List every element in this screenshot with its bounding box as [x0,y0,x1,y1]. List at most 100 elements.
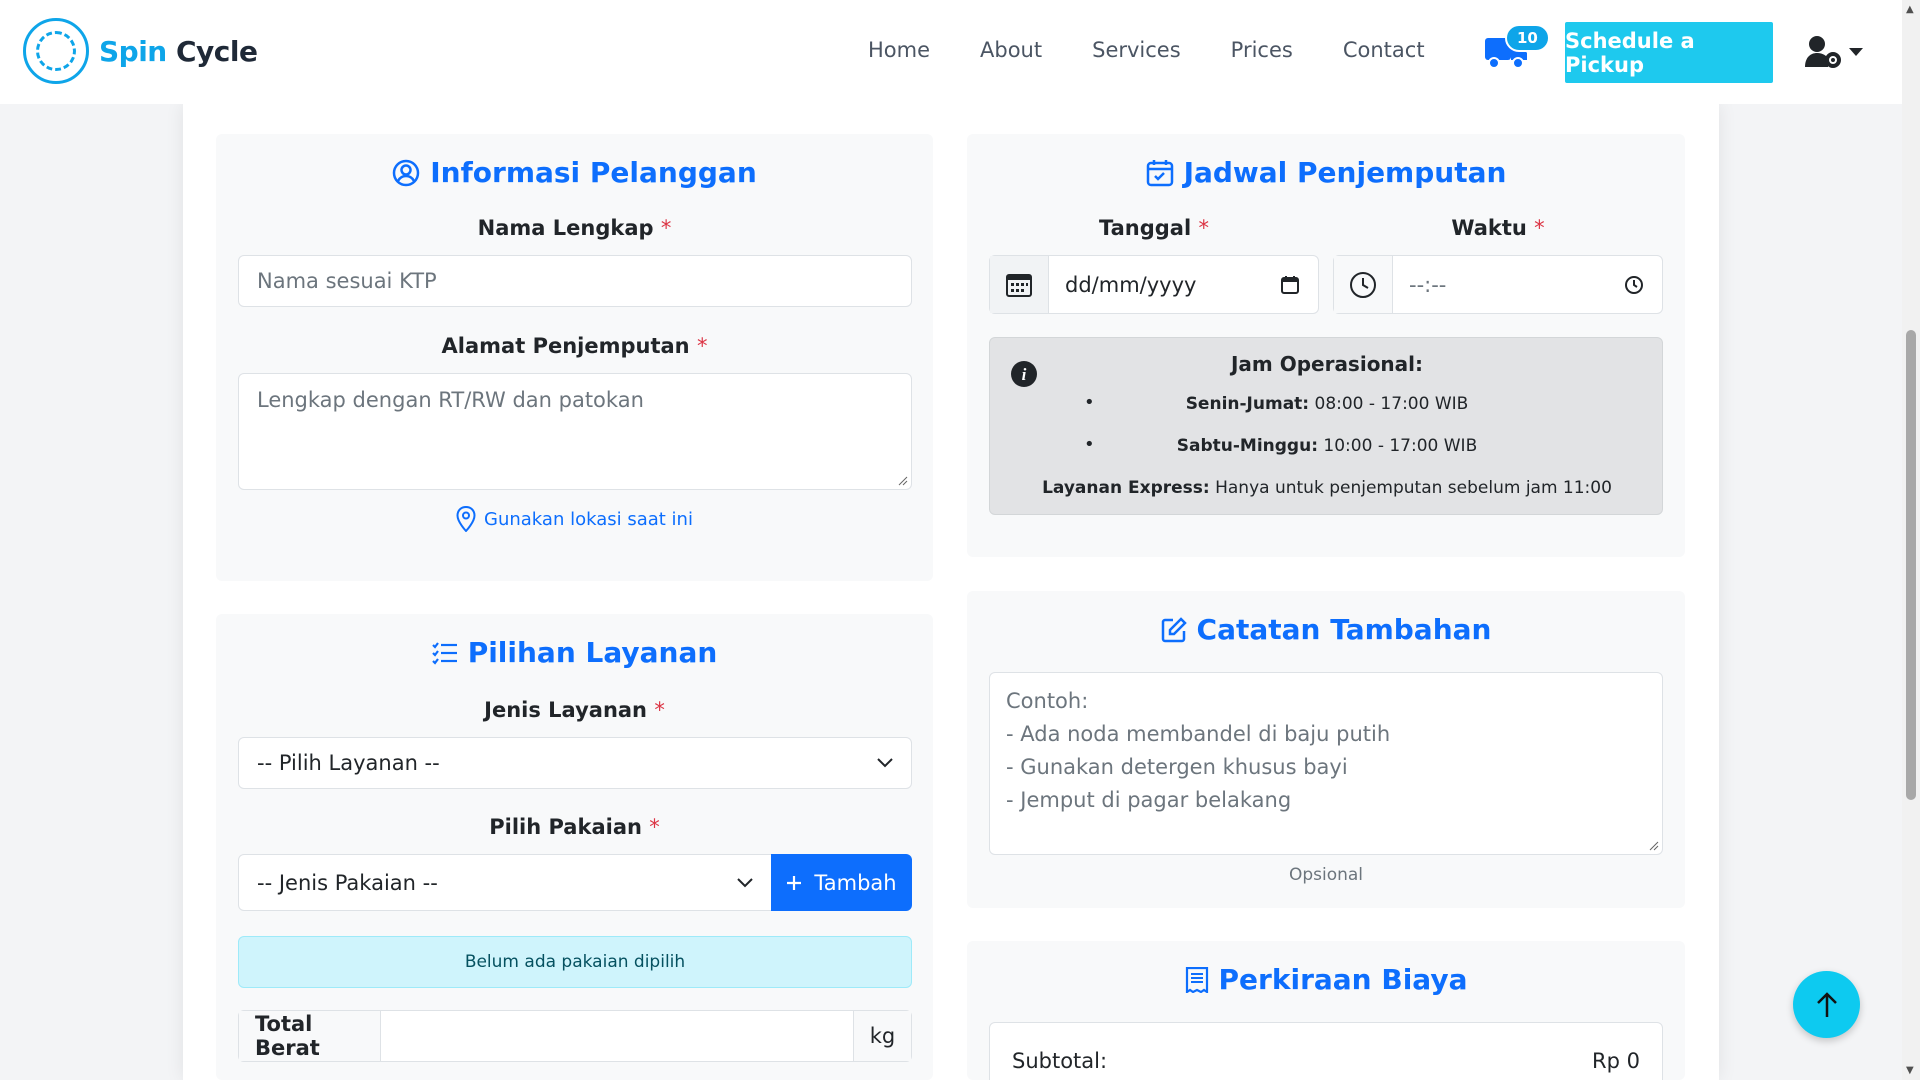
required-marker: * [696,334,708,358]
service-type-select[interactable]: -- Pilih Layanan -- [238,737,912,789]
operating-hours-info: i Jam Operasional: • Senin-Jumat: 08:00 … [989,337,1663,515]
required-marker: * [654,698,665,722]
nav-services[interactable]: Services [1092,38,1181,62]
time-input-group: --:-- [1333,255,1663,314]
user-settings-menu[interactable] [1805,35,1863,69]
list-icon [431,641,457,665]
additional-notes-title: Catatan Tambahan [967,613,1685,646]
back-to-top-button[interactable] [1793,971,1860,1038]
nav-contact[interactable]: Contact [1343,38,1425,62]
notes-placeholder-line: - Ada noda membandel di baju putih [1006,722,1391,746]
map-pin-icon [456,506,476,532]
express-value: Hanya untuk penjemputan sebelum jam 11:0… [1209,478,1612,498]
use-current-location-link[interactable]: Gunakan lokasi saat ini [216,506,933,532]
date-input-value: dd/mm/yyyy [1065,272,1197,297]
service-selection-title-text: Pilihan Layanan [467,636,718,669]
schedule-pickup-button[interactable]: Schedule a Pickup [1565,22,1773,83]
scrollbar-thumb[interactable] [1906,330,1916,800]
required-marker: * [1534,216,1545,240]
brand-cycle: Cycle [176,34,258,68]
nav-about[interactable]: About [980,38,1042,62]
service-selection-title: Pilihan Layanan [216,636,933,669]
use-current-location-text: Gunakan lokasi saat ini [484,508,693,530]
weekday-value: 08:00 - 17:00 WIB [1309,394,1469,414]
customer-info-card: Informasi Pelanggan Nama Lengkap * Nama … [216,134,933,581]
brand-spin: Spin [99,34,167,68]
user-gear-icon [1805,36,1841,68]
required-marker: * [660,216,672,240]
time-input[interactable]: --:-- [1393,256,1662,313]
clothes-type-selected: -- Jenis Pakaian -- [257,870,438,895]
time-picker-icon[interactable] [1624,275,1644,295]
time-input-value: --:-- [1409,272,1447,297]
resize-handle-icon[interactable] [1649,841,1659,851]
scroll-down-arrow-icon[interactable]: ▼ [1906,1065,1914,1076]
booking-form-container: Informasi Pelanggan Nama Lengkap * Nama … [183,104,1719,1080]
scroll-up-arrow-icon[interactable]: ▲ [1906,4,1914,15]
chevron-down-icon [877,758,893,768]
time-label-text: Waktu [1451,216,1527,240]
notes-textarea[interactable]: Contoh: - Ada noda membandel di baju put… [989,672,1663,855]
full-name-placeholder: Nama sesuai KTP [257,269,437,293]
caret-down-icon [1849,48,1863,56]
clothes-type-select[interactable]: -- Jenis Pakaian -- [238,854,772,911]
notes-placeholder-line: Contoh: [1006,689,1089,713]
cost-estimate-title-text: Perkiraan Biaya [1218,963,1468,996]
name-label-text: Nama Lengkap [477,216,654,240]
service-selection-card: Pilihan Layanan Jenis Layanan * -- Pilih… [216,614,933,1080]
subtotal-value: Rp 0 [1592,1049,1640,1073]
notes-helper-text: Opsional [1288,865,1364,885]
brand-logo-link[interactable]: Spin Cycle [23,18,258,84]
user-circle-icon [392,159,420,186]
notes-placeholder-line: - Gunakan detergen khusus bayi [1006,755,1348,779]
required-marker: * [649,815,660,839]
full-name-input[interactable]: Nama sesuai KTP [238,255,912,307]
clock-icon [1334,256,1393,313]
date-label-text: Tanggal [1099,216,1192,240]
express-label: Layanan Express: [1042,478,1210,498]
operating-hours-title: Jam Operasional: [1230,352,1424,376]
express-service-note: Layanan Express: Hanya untuk penjemputan… [990,478,1664,498]
weekday-hours: • Senin-Jumat: 08:00 - 17:00 WIB [1084,392,1469,414]
service-type-label-text: Jenis Layanan [484,698,648,722]
receipt-icon [1185,966,1208,993]
spin-cycle-logo-icon [23,18,89,84]
add-clothes-button-label: Tambah [814,870,897,895]
additional-notes-card: Catatan Tambahan Contoh: - Ada noda memb… [967,591,1685,908]
service-type-selected: -- Pilih Layanan -- [257,751,440,775]
pickup-address-textarea[interactable]: Lengkap dengan RT/RW dan patokan [238,373,912,490]
weekend-value: 10:00 - 17:00 WIB [1318,436,1478,456]
weekend-label: Sabtu-Minggu: [1176,436,1319,456]
chevron-down-icon [737,877,753,887]
customer-info-title: Informasi Pelanggan [216,156,933,189]
clothes-label: Pilih Pakaian * [216,815,933,839]
brand-name: Spin Cycle [99,35,258,68]
nav-home[interactable]: Home [868,38,930,62]
weight-unit: kg [853,1011,911,1061]
address-label: Alamat Penjemputan * [216,334,933,358]
cost-estimate-title: Perkiraan Biaya [967,963,1685,996]
date-input[interactable]: dd/mm/yyyy [1049,256,1318,313]
page-scrollbar[interactable]: ▲ ▼ [1902,0,1920,1080]
cart-count-badge: 10 [1505,24,1550,52]
total-weight-input[interactable] [381,1011,853,1061]
additional-notes-title-text: Catatan Tambahan [1196,613,1492,646]
no-clothes-alert: Belum ada pakaian dipilih [238,936,912,988]
address-placeholder: Lengkap dengan RT/RW dan patokan [257,388,644,412]
name-label: Nama Lengkap * [216,216,933,240]
calendar-check-icon [1146,159,1173,186]
add-clothes-button[interactable]: Tambah [771,854,912,911]
cost-estimate-card: Perkiraan Biaya Subtotal: Rp 0 [967,941,1685,1080]
nav-prices[interactable]: Prices [1231,38,1293,62]
resize-handle-icon[interactable] [898,476,908,486]
address-label-text: Alamat Penjemputan [441,334,690,358]
total-weight-label: Total Berat [239,1011,381,1061]
weekday-label: Senin-Jumat: [1185,394,1310,414]
pickup-schedule-card: Jadwal Penjemputan Tanggal * Waktu * dd/… [967,134,1685,557]
clothes-label-text: Pilih Pakaian [489,815,642,839]
date-input-group: dd/mm/yyyy [989,255,1319,314]
subtotal-label: Subtotal: [1012,1049,1108,1073]
customer-info-title-text: Informasi Pelanggan [430,156,757,189]
date-picker-icon[interactable] [1280,275,1300,295]
plus-icon [787,875,802,890]
